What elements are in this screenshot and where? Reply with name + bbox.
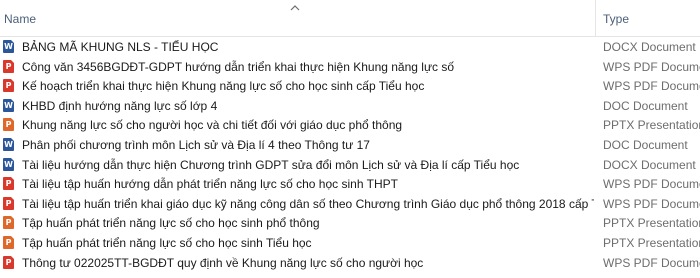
file-row[interactable]: W Tài liệu hướng dẫn thực hiện Chương trì… (0, 155, 700, 175)
column-header-bar: Name Type (0, 0, 700, 37)
file-row[interactable]: P Tài liệu tập huấn triển khai giáo dục k… (0, 194, 700, 214)
file-name[interactable]: Công văn 3456BGDĐT-GDPT hướng dẫn triển … (22, 60, 454, 74)
file-row[interactable]: P Tập huấn phát triển năng lực số cho học… (0, 213, 700, 233)
file-type: PPTX Presentation (603, 118, 700, 133)
file-row[interactable]: P Khung năng lực số cho người học và chi … (0, 115, 700, 135)
file-name[interactable]: Tài liệu hướng dẫn thực hiện Chương trìn… (22, 158, 519, 172)
file-type: PPTX Presentation (603, 216, 700, 231)
pdf-document-icon: P (3, 255, 14, 269)
pdf-document-icon: P (3, 177, 14, 191)
file-row[interactable]: W Phân phối chương trình môn Lịch sử và Đ… (0, 135, 700, 155)
file-row[interactable]: P Kế hoạch triển khai thực hiện Khung năn… (0, 76, 700, 96)
file-row[interactable]: P Công văn 3456BGDĐT-GDPT hướng dẫn triển… (0, 57, 700, 77)
file-name[interactable]: Tài liệu tập huấn hướng dẫn phát triển n… (22, 177, 398, 191)
word-document-icon: W (3, 157, 14, 171)
powerpoint-icon: P (3, 216, 14, 230)
file-row[interactable]: P Thông tư 022025TT-BGDĐT quy định về Khu… (0, 253, 700, 273)
file-name[interactable]: Tài liệu tập huấn triển khai giáo dục kỹ… (22, 197, 594, 211)
file-name[interactable]: Thông tư 022025TT-BGDĐT quy định về Khun… (22, 256, 423, 270)
file-name[interactable]: Kế hoạch triển khai thực hiện Khung năng… (22, 79, 424, 93)
file-type: DOCX Document (603, 40, 696, 54)
file-row[interactable]: W KHBD định hướng năng lực số lớp 4 DOC Do… (0, 96, 700, 116)
sort-ascending-icon[interactable] (289, 4, 301, 12)
file-name[interactable]: Khung năng lực số cho người học và chi t… (22, 118, 402, 132)
file-row[interactable]: P Tài liệu tập huấn hướng dẫn phát triển … (0, 174, 700, 194)
file-type: WPS PDF Docume (603, 177, 700, 192)
file-row[interactable]: P Tập huấn phát triển năng lực số cho học… (0, 233, 700, 253)
powerpoint-icon: P (3, 235, 14, 249)
pdf-document-icon: P (3, 79, 14, 93)
file-type: DOC Document (603, 137, 688, 152)
file-type: DOCX Document (603, 157, 696, 172)
powerpoint-icon: P (3, 118, 14, 132)
word-document-icon: W (3, 98, 14, 112)
file-type: DOC Document (603, 98, 688, 113)
file-type: PPTX Presentation (603, 235, 700, 250)
pdf-document-icon: P (3, 196, 14, 210)
file-list: W BẢNG MÃ KHUNG NLS - TIỂU HỌC DOCX Docume… (0, 37, 700, 272)
file-explorer: Name Type W BẢNG MÃ KHUNG NLS - TIỂU HỌC D… (0, 0, 700, 278)
pdf-document-icon: P (3, 59, 14, 73)
file-name[interactable]: Phân phối chương trình môn Lịch sử và Đị… (22, 138, 370, 152)
file-type: WPS PDF Docume (603, 255, 700, 270)
file-row[interactable]: W BẢNG MÃ KHUNG NLS - TIỂU HỌC DOCX Docume… (0, 37, 700, 57)
file-name[interactable]: BẢNG MÃ KHUNG NLS - TIỂU HỌC (22, 40, 218, 54)
name-column-header[interactable]: Name (4, 12, 36, 26)
file-name[interactable]: Tập huấn phát triển năng lực số cho học … (22, 216, 320, 230)
file-type: WPS PDF Docume (603, 196, 700, 211)
file-name[interactable]: Tập huấn phát triển năng lực số cho học … (22, 236, 312, 250)
word-document-icon: W (3, 137, 14, 151)
word-document-icon: W (3, 40, 14, 53)
column-divider[interactable] (595, 0, 596, 36)
file-type: WPS PDF Docume (603, 79, 700, 94)
file-name[interactable]: KHBD định hướng năng lực số lớp 4 (22, 99, 217, 113)
type-column-header[interactable]: Type (603, 12, 629, 26)
file-type: WPS PDF Docume (603, 59, 700, 74)
